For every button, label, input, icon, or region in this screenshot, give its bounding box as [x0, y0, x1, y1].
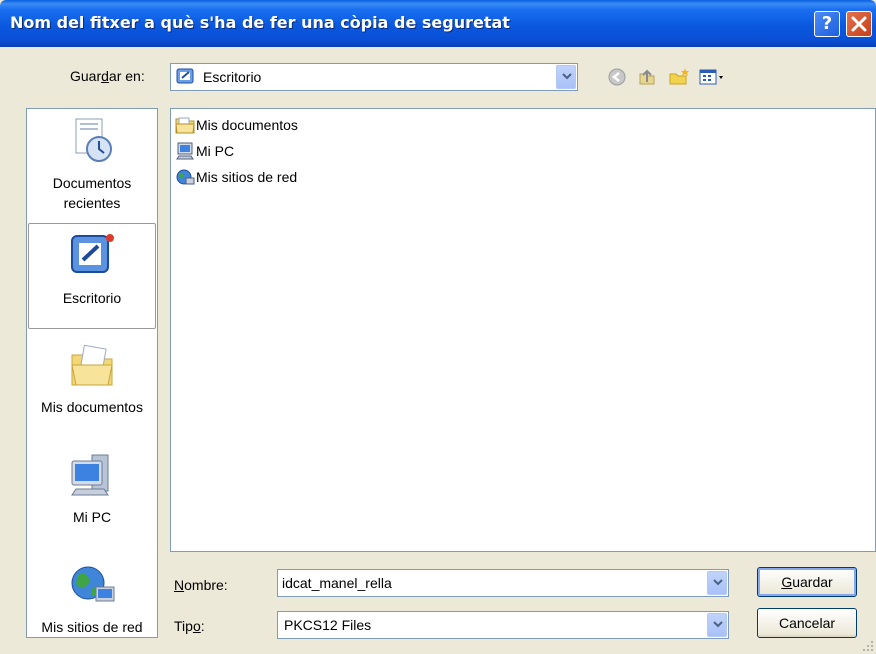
- filename-input[interactable]: [282, 573, 702, 593]
- filetype-dropdown[interactable]: PKCS12 Files: [277, 611, 729, 639]
- window-title: Nom del fitxer a què s'ha de fer una còp…: [10, 13, 510, 32]
- save-in-label: Guardar en:: [70, 68, 145, 84]
- place-label: recientes: [63, 195, 121, 211]
- place-desktop[interactable]: Escritorio: [28, 223, 156, 329]
- back-icon[interactable]: [606, 66, 628, 88]
- filetype-label: Tipo:: [174, 618, 205, 634]
- recent-documents-icon: [75, 118, 112, 162]
- place-label: Mis sitios de red: [41, 619, 143, 635]
- list-item[interactable]: Mis sitios de red: [175, 167, 297, 187]
- list-item[interactable]: Mi PC: [175, 141, 234, 161]
- list-item[interactable]: Mis documentos: [175, 115, 298, 135]
- filetype-value: PKCS12 Files: [284, 617, 372, 633]
- desktop-icon: [176, 68, 194, 84]
- network-places-icon: [71, 566, 115, 602]
- file-list[interactable]: Mis documentos Mi PC Mis sitios de red: [170, 108, 876, 552]
- filename-dropdown-button[interactable]: [707, 571, 727, 595]
- save-in-dropdown[interactable]: Escritorio: [170, 63, 578, 91]
- place-network-places[interactable]: Mis sitios de red: [27, 559, 157, 637]
- save-button[interactable]: Guardar: [757, 567, 857, 597]
- save-in-value: Escritorio: [203, 69, 262, 85]
- close-button[interactable]: [846, 11, 872, 37]
- cancel-button[interactable]: Cancelar: [757, 608, 857, 638]
- resize-grip-icon[interactable]: [862, 640, 874, 652]
- chevron-down-icon: [713, 579, 723, 586]
- computer-icon: [176, 142, 194, 160]
- view-menu-icon[interactable]: [698, 66, 726, 88]
- my-documents-icon: [71, 344, 113, 386]
- places-bar: Documentos recientes Escritorio Mis docu…: [26, 108, 158, 638]
- close-icon: [851, 16, 867, 32]
- place-label: Documentos: [52, 175, 132, 191]
- filename-label: Nombre:: [174, 577, 228, 593]
- filename-combo[interactable]: [277, 569, 729, 597]
- chevron-down-icon: [562, 73, 572, 80]
- save-in-dropdown-button[interactable]: [556, 65, 576, 89]
- folder-icon: [175, 117, 195, 134]
- my-computer-icon: [71, 454, 109, 496]
- place-recent-documents[interactable]: Documentos recientes: [27, 115, 157, 213]
- new-folder-icon[interactable]: [668, 66, 690, 88]
- help-button[interactable]: ?: [814, 11, 840, 37]
- title-bar: Nom del fitxer a què s'ha de fer una còp…: [0, 0, 876, 47]
- place-label: Mis documentos: [41, 399, 143, 415]
- place-label: Mi PC: [72, 509, 112, 525]
- chevron-down-icon: [713, 621, 723, 628]
- network-icon: [176, 169, 195, 185]
- up-folder-icon[interactable]: [636, 66, 658, 88]
- filetype-dropdown-button[interactable]: [707, 613, 727, 637]
- place-label: Escritorio: [62, 290, 122, 306]
- place-my-documents[interactable]: Mis documentos: [27, 339, 157, 417]
- place-my-computer[interactable]: Mi PC: [27, 449, 157, 527]
- desktop-icon: [71, 234, 114, 273]
